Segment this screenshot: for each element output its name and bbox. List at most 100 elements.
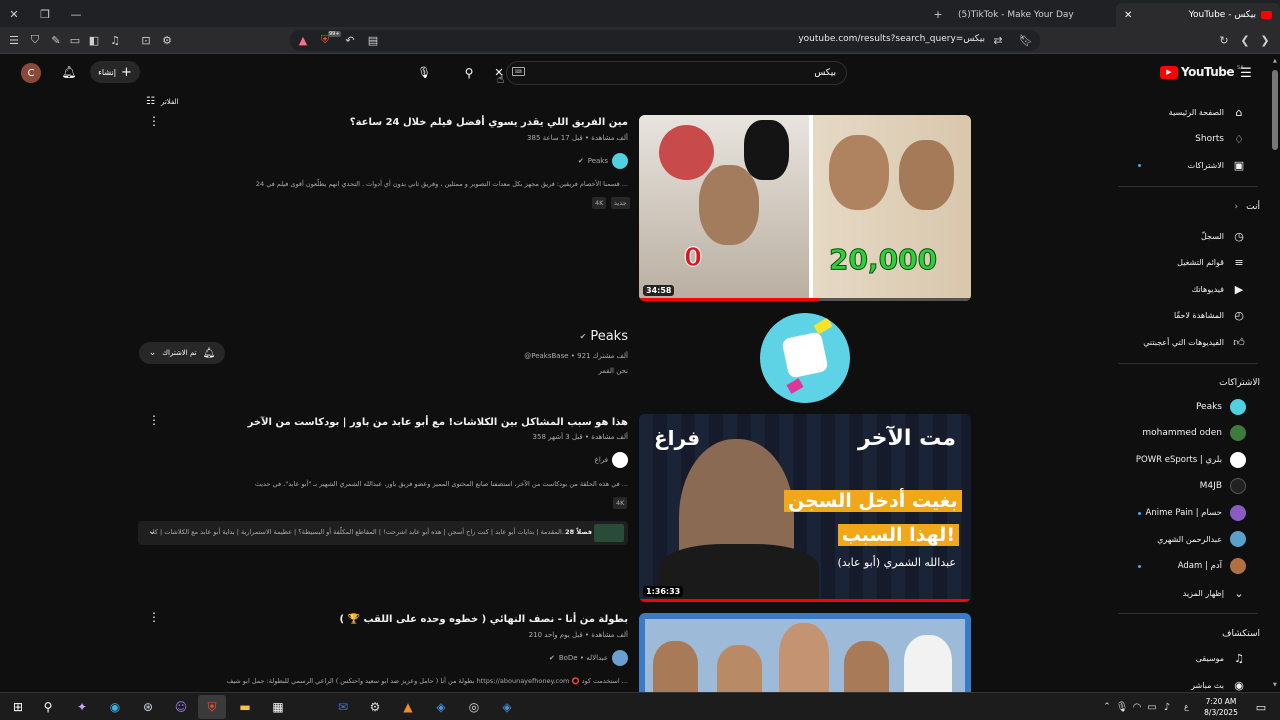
reader-icon[interactable]: ▤: [366, 33, 380, 47]
search-input[interactable]: بيكس: [506, 61, 847, 85]
sidebar-sub-abdulrahman[interactable]: عبدالرحمن الشهري: [1157, 527, 1246, 551]
steam-icon[interactable]: ⊛: [137, 697, 159, 717]
vlc-icon[interactable]: ▲: [397, 697, 419, 717]
sidebar-sub-peaks[interactable]: Peaks: [1196, 395, 1246, 419]
minimize-window-icon[interactable]: —: [68, 6, 84, 22]
music-control-icon[interactable]: ♫: [107, 32, 123, 48]
clock[interactable]: 7:20 AM 8/3/2025: [1196, 696, 1246, 718]
person-headscarf: [659, 125, 714, 180]
result-1-more-icon[interactable]: ⋮: [148, 114, 160, 128]
sidebar-item-shorts[interactable]: Shorts ♢: [1195, 127, 1246, 151]
result-1-channel[interactable]: ✔ Peaks: [578, 153, 628, 169]
notifications-icon[interactable]: ▭: [1250, 697, 1272, 717]
app-icon[interactable]: ⚙: [364, 697, 386, 717]
guide-menu-icon[interactable]: ☰: [1236, 63, 1256, 83]
you-section-header[interactable]: › أنت: [1235, 202, 1260, 212]
sidebar-show-more[interactable]: إظهار المزيد ⌄: [1183, 581, 1246, 605]
discord-icon[interactable]: ☺: [170, 697, 192, 717]
result-2-title[interactable]: هذا هو سبب المشاكل بين الكلاشات! مع أبو …: [248, 417, 628, 428]
channel-card-name[interactable]: ✔ Peaks: [580, 329, 628, 344]
forward-icon[interactable]: ❯: [1257, 32, 1273, 48]
sidebar-sub-adam[interactable]: Adam | آدم: [1178, 554, 1246, 578]
reload-alt-icon[interactable]: ↶: [343, 33, 357, 47]
sidebar-item-your-videos[interactable]: فيديوهاتك ▶: [1192, 277, 1246, 301]
address-bar[interactable]: ▲ ⛨ 99+ ↶ ▤ youtube.com/results?search_q…: [290, 30, 1040, 51]
back-icon[interactable]: ❮: [1237, 32, 1253, 48]
outlook-icon[interactable]: ✉: [332, 697, 354, 717]
sidebar-item-playlists[interactable]: قوائم التشغيل ≡: [1177, 250, 1246, 274]
keyboard-icon[interactable]: ⌨: [512, 67, 525, 76]
new-tab-icon[interactable]: +: [930, 6, 946, 22]
edge-icon[interactable]: ◉: [104, 697, 126, 717]
app-blue-icon[interactable]: ◈: [430, 697, 452, 717]
scrollbar-thumb[interactable]: [1272, 70, 1278, 150]
result-3-more-icon[interactable]: ⋮: [148, 610, 160, 624]
sidebar-item-home[interactable]: الصفحة الرئيسية ⌂: [1169, 100, 1246, 124]
search-icon[interactable]: ⚲: [458, 62, 480, 84]
close-tab-icon[interactable]: ✕: [1124, 10, 1132, 21]
obs-icon[interactable]: ◎: [463, 697, 485, 717]
channel-card-avatar[interactable]: [760, 313, 850, 403]
copilot-icon[interactable]: ✦: [71, 697, 93, 717]
account-avatar[interactable]: C: [21, 63, 41, 83]
result-2-more-icon[interactable]: ⋮: [148, 413, 160, 427]
restore-window-icon[interactable]: ❐: [37, 6, 53, 22]
notifications-bell-icon[interactable]: 🔔︎: [60, 63, 78, 81]
create-button[interactable]: إنشاء +: [90, 61, 140, 83]
result-2-channel[interactable]: فراغ: [595, 452, 628, 468]
scroll-down-icon[interactable]: ▼: [1273, 682, 1277, 688]
app-blue2-icon[interactable]: ◈: [496, 697, 518, 717]
bookmark-icon[interactable]: 🔖︎: [1018, 32, 1034, 48]
tab-youtube[interactable]: ✕ YouTube - بيكس: [1116, 3, 1280, 27]
chapters-bar[interactable]: ⌄ المقدمة | بدايات أبو عابد | كنت راح أس…: [138, 521, 628, 545]
bell-icon: 🔔︎: [202, 347, 216, 359]
sidebar-item-watch-later[interactable]: المشاهدة لاحقًا ◴: [1174, 303, 1246, 327]
voice-search-icon[interactable]: 🎙︎: [414, 62, 434, 82]
input-language[interactable]: ع: [1184, 702, 1189, 711]
shield-icon[interactable]: ⛉: [27, 32, 43, 48]
result-3-thumbnail[interactable]: [639, 613, 971, 692]
scroll-up-icon[interactable]: ▲: [1273, 58, 1277, 64]
sidebar-sub-mohammed-oden[interactable]: mohammed oden: [1142, 421, 1246, 445]
tray-volume-icon[interactable]: ♪: [1156, 697, 1178, 717]
result-2-thumbnail[interactable]: فراغ مت الآخر بغيت أدخل السجن لهذا السبب…: [639, 414, 971, 602]
site-settings-icon[interactable]: ⇄: [991, 33, 1005, 47]
sidebar-item-subscriptions[interactable]: الاشتراكات ▣: [1188, 153, 1246, 177]
file-explorer-icon[interactable]: ▬: [234, 697, 256, 717]
sidebar-item-label: الفيديوهات التي أعجبتني: [1143, 337, 1224, 347]
tab-tiktok[interactable]: (5)TikTok - Make Your Day ♪: [955, 3, 1115, 27]
close-window-icon[interactable]: ✕: [6, 6, 22, 22]
result-3-title[interactable]: بطولة من أنا - نصف النهائي ( خطوه وحده ع…: [339, 614, 628, 625]
pin-icon[interactable]: ✎: [48, 32, 64, 48]
youtube-logo[interactable]: ▶ YouTube SA: [1160, 65, 1244, 79]
tabs-icon[interactable]: ▭: [67, 32, 83, 48]
sidebar-item-history[interactable]: السجلّ ◷: [1201, 224, 1246, 248]
search-icon[interactable]: ⚲: [37, 697, 59, 717]
start-icon[interactable]: ⊞: [7, 697, 29, 717]
extensions-icon[interactable]: ⚙: [159, 32, 175, 48]
channel-avatar: [1230, 558, 1246, 574]
sidebar-icon[interactable]: ◧: [86, 32, 102, 48]
music-icon: ♫: [1234, 651, 1244, 665]
subscribed-button[interactable]: ⌄ تم الاشتراك 🔔︎: [139, 342, 225, 364]
sidebar-item-music[interactable]: موسيقى ♫: [1196, 646, 1246, 670]
filters-button[interactable]: ☷ الفلاتر: [146, 96, 179, 107]
store-icon[interactable]: ▦: [267, 697, 289, 717]
rewards-icon[interactable]: ▲: [296, 33, 310, 47]
thumbnail-guest-name: عبدالله الشمري (أبو عابد): [837, 556, 957, 569]
page-scrollbar[interactable]: ▲ ▼: [1270, 55, 1280, 692]
channel-avatar: [1230, 452, 1246, 468]
result-1-title[interactable]: مين الفريق اللي يقدر يسوي أفضل فيلم خلال…: [350, 117, 628, 128]
sidebar-sub-m4jb[interactable]: M4JB: [1200, 474, 1246, 498]
sidebar-item-label: Peaks: [1195, 402, 1222, 412]
result-1-thumbnail[interactable]: 0 20,000 34:58: [639, 115, 971, 301]
sidebar-sub-anime-pain[interactable]: Anime Pain | حسام: [1146, 501, 1246, 525]
reload-icon[interactable]: ↻: [1216, 32, 1232, 48]
menu-icon[interactable]: ☰: [6, 32, 22, 48]
brave-icon[interactable]: ⛨: [198, 695, 226, 719]
sidebar-item-liked[interactable]: الفيديوهات التي أعجبتني 👍︎: [1143, 330, 1246, 354]
sidebar-sub-powr[interactable]: POWR eSports | بلري: [1136, 448, 1246, 472]
screenshot-icon[interactable]: ⊡: [138, 32, 154, 48]
4k-badge: 4K: [613, 497, 628, 509]
result-3-channel[interactable]: ✔ BoDe • عبدالاله: [549, 650, 628, 666]
